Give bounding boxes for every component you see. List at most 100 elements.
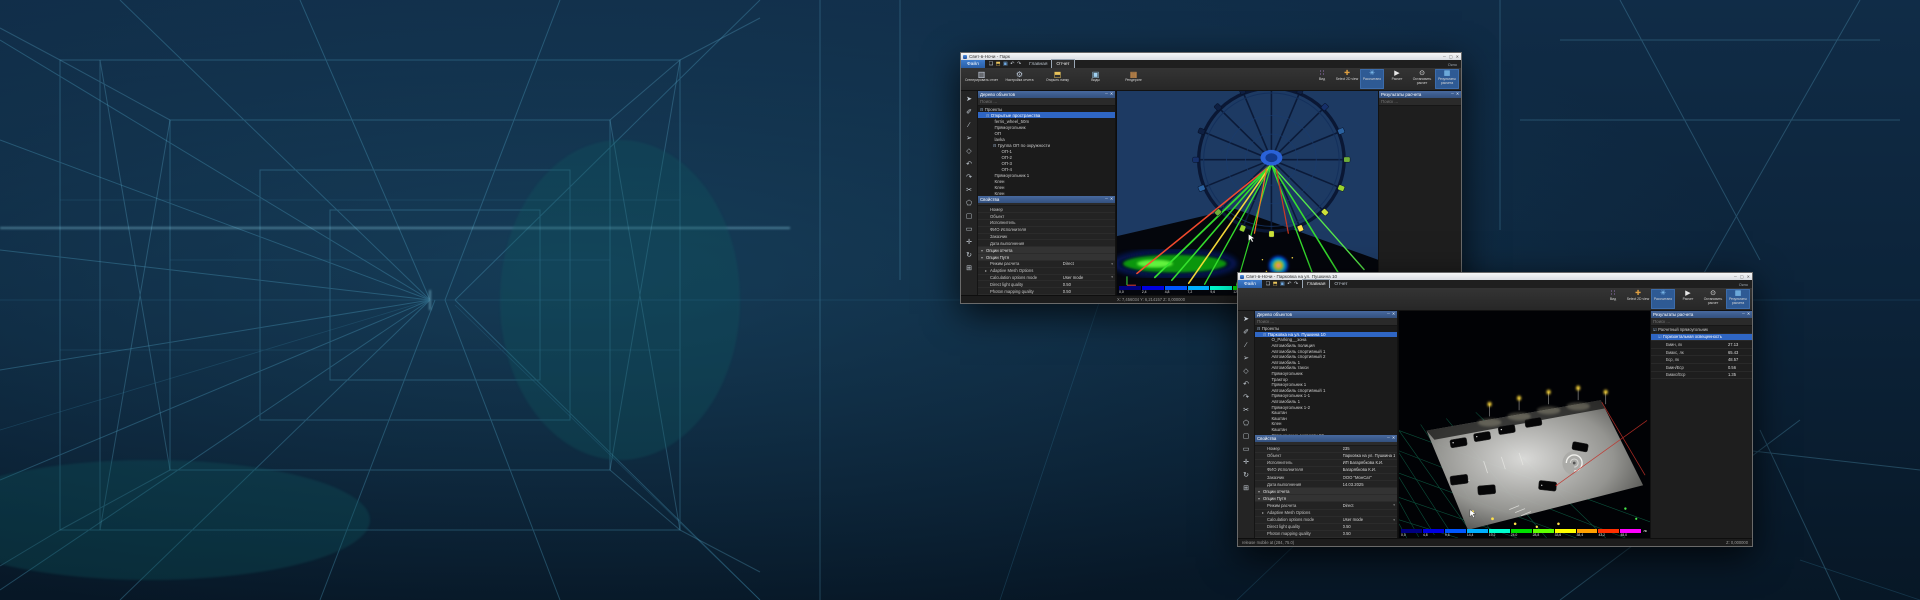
redo-tool-icon[interactable]: ↷ [1240,391,1252,403]
property-row[interactable]: Заказчик [978,234,1115,241]
panel-minimize-icon[interactable]: ─ [1387,313,1390,317]
property-value[interactable]: User mode [1063,275,1111,280]
property-value[interactable]: ИП Багарябкова К.И. [1343,460,1395,465]
property-row[interactable]: Direct light quality 0.50 [978,281,1115,288]
edit-node-tool-icon[interactable]: ✐ [963,106,975,118]
close-button[interactable]: ✕ [1747,275,1750,279]
file-menu-button[interactable]: Файл [961,60,985,68]
panel-close-icon[interactable]: ✕ [1456,93,1459,97]
calculated-button[interactable]: ✳ Рассчитано [1651,289,1675,309]
polygon-tool-icon[interactable]: ◇ [963,145,975,157]
calculation-results-button[interactable]: ▦ Результаты расчета [1435,69,1459,89]
view-button[interactable]: ∷ Вид [1601,289,1625,309]
views-button[interactable]: ▣ Виды [1077,69,1114,89]
property-value[interactable]: Direct [1063,261,1111,266]
rotate-tool-icon[interactable]: ↻ [963,249,975,261]
grid-tool-icon[interactable]: ⊞ [963,262,975,274]
minimize-button[interactable]: ─ [1443,55,1446,59]
property-row[interactable]: Заказчик ООО "МонСат" [1255,474,1397,481]
new-file-icon[interactable]: ❏ [989,61,993,67]
result-row[interactable]: Емакс/Еср 1.35 [1651,372,1752,380]
3d-viewport-parking-lot[interactable]: 0,0 4,8 9,6 [1398,311,1650,538]
property-row[interactable]: ФИО Исполнителя Багарябкова К.И. [1255,467,1397,474]
property-row[interactable]: ▸ Adaptive Mesh Options [978,268,1115,275]
file-menu-button[interactable]: Файл [1238,280,1262,288]
ribbon-tab[interactable]: Главная [1025,60,1051,68]
panel-minimize-icon[interactable]: ─ [1742,313,1745,317]
rectangle-tool-icon[interactable]: ▢ [963,210,975,222]
property-row[interactable]: Режим расчета Direct ▾ [1255,502,1397,509]
close-button[interactable]: ✕ [1456,55,1459,59]
line-tool-icon[interactable]: ∕ [1240,339,1252,351]
panel-close-icon[interactable]: ✕ [1110,198,1113,202]
report-settings-button[interactable]: ⚙ Настройка отчета [1001,69,1038,89]
checkbox-icon[interactable]: ☑ [1653,327,1657,332]
panel-header[interactable]: Результаты расчета ─ ✕ [1379,91,1461,98]
rectangle-tool-icon[interactable]: ▢ [1240,430,1252,442]
minimize-button[interactable]: ─ [1734,275,1737,279]
generate-report-button[interactable]: ▥ Сгенерировать отчет [963,69,1000,89]
property-row[interactable]: Photon mapping quality 0.50 [978,288,1115,295]
result-row[interactable]: ☑ Расчетный прямоугольник [1651,326,1752,334]
property-value[interactable]: ООО "МонСат" [1343,475,1395,480]
calculation-results-button[interactable]: ▦ Результаты расчета [1726,289,1750,309]
cursor-tool-icon[interactable]: ➤ [1240,313,1252,325]
panel-minimize-icon[interactable]: ─ [1105,93,1108,97]
property-row[interactable]: ▾ Опции Путя [978,254,1115,261]
panel-header[interactable]: Свойства ─ ✕ [978,196,1115,203]
expander-icon[interactable]: ⊟ [1257,326,1260,331]
property-row[interactable]: Режим расчета Direct ▾ [978,261,1115,268]
move-tool-icon[interactable]: ✛ [1240,456,1252,468]
tree-search-input[interactable] [980,99,1113,104]
property-row[interactable]: Direct light quality 0.50 [1255,524,1397,531]
redo-tool-icon[interactable]: ↷ [963,171,975,183]
result-row[interactable]: ☑ Горизонтальная освещенность [1651,334,1752,342]
property-row[interactable]: ФИО Исполнителя [978,227,1115,234]
select-2d-view-button[interactable]: ✚ Select 2D view [1626,289,1650,309]
result-row[interactable]: Емин, лк 27.13 [1651,341,1752,349]
run-calculation-button[interactable]: ▶ Расчет [1385,69,1409,89]
panel-minimize-icon[interactable]: ─ [1387,437,1390,441]
select-2d-view-button[interactable]: ✚ Select 2D view [1335,69,1359,89]
property-value[interactable]: 14.03.2025 [1343,482,1395,487]
shape-tool-icon[interactable]: ⬠ [1240,417,1252,429]
dropdown-caret-icon[interactable]: ▾ [1393,503,1397,507]
property-row[interactable]: Объект [978,213,1115,220]
polygon-tool-icon[interactable]: ◇ [1240,365,1252,377]
cursor-tool-icon[interactable]: ➤ [963,93,975,105]
run-calculation-button[interactable]: ▶ Расчет [1676,289,1700,309]
dropdown-caret-icon[interactable]: ▾ [1111,262,1115,266]
undo-icon[interactable]: ↶ [1287,281,1291,287]
property-row[interactable]: Номер 235 [1255,446,1397,453]
expander-icon[interactable]: ⊟ [993,143,996,148]
property-row[interactable]: ▸ Adaptive Mesh Options [1255,510,1397,517]
panel-header[interactable]: Свойства ─ ✕ [1255,435,1397,442]
property-value[interactable]: 0.50 [1343,524,1395,529]
maximize-button[interactable]: ▢ [1740,275,1744,279]
property-row[interactable]: Calculation options mode User mode ▾ [978,275,1115,282]
results-search-input[interactable] [1381,99,1459,104]
stop-calculation-button[interactable]: ⊙ Остановить расчет [1410,69,1434,89]
edit-node-tool-icon[interactable]: ✐ [1240,326,1252,338]
panel-minimize-icon[interactable]: ─ [1105,198,1108,202]
tree-search-input[interactable] [1257,319,1395,324]
panel-header[interactable]: Дерево объектов ─ ✕ [978,91,1115,98]
property-value[interactable]: Багарябкова К.И. [1343,467,1395,472]
rotate-tool-icon[interactable]: ↻ [1240,469,1252,481]
property-value[interactable]: 0.50 [1063,282,1113,287]
save-icon[interactable]: ▣ [1003,61,1008,67]
delete-tool-icon[interactable]: ▭ [963,223,975,235]
panel-header[interactable]: Дерево объектов ─ ✕ [1255,311,1397,318]
panel-minimize-icon[interactable]: ─ [1451,93,1454,97]
maximize-button[interactable]: ▢ [1449,55,1453,59]
expander-icon[interactable]: ⊟ [980,107,983,112]
stop-calculation-button[interactable]: ⊙ Остановить расчет [1701,289,1725,309]
result-row[interactable]: Еср, лк 48.57 [1651,356,1752,364]
property-value[interactable]: 235 [1343,446,1395,451]
result-row[interactable]: Емакс, лк 65.43 [1651,349,1752,357]
result-row[interactable]: Емин/Еср 0.56 [1651,364,1752,372]
checkbox-icon[interactable]: ☑ [1658,334,1662,339]
line-tool-icon[interactable]: ∕ [963,119,975,131]
shape-tool-icon[interactable]: ⬠ [963,197,975,209]
property-row[interactable]: ▾ Опции Путя [1255,495,1397,502]
